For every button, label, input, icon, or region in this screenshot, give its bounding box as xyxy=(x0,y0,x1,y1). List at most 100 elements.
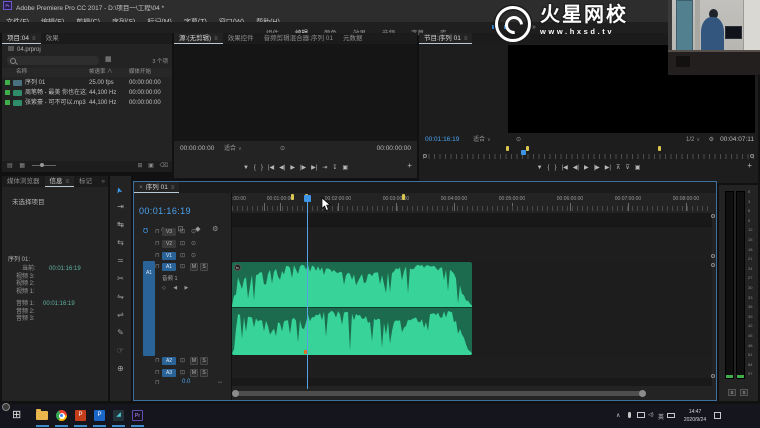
audio-clip[interactable]: fx xyxy=(232,262,472,355)
project-row-1[interactable]: 周笔畅 - 最美 你也在这里 .44,100 Hz00:00:00:00 xyxy=(2,88,172,98)
zoom-tool[interactable]: ⊕ xyxy=(110,361,131,379)
label-color-swatch[interactable] xyxy=(5,80,10,85)
horizontal-scrollbar[interactable] xyxy=(232,389,712,398)
track-output-icon[interactable]: ⊙ xyxy=(191,252,196,259)
mute-button[interactable]: M xyxy=(190,369,198,377)
scroll-zoom-handle-right[interactable] xyxy=(639,390,646,397)
screen-recorder-icon[interactable] xyxy=(2,403,10,411)
prev-keyframe-icon[interactable]: ◀ xyxy=(173,285,177,291)
program-marker-0[interactable] xyxy=(506,146,509,151)
source-mark-out-button[interactable]: } xyxy=(261,161,263,175)
source-patch-a1[interactable]: A1 xyxy=(143,261,155,356)
track-button-V3[interactable]: V3 xyxy=(162,228,176,236)
track-output-icon[interactable]: ⊙ xyxy=(191,240,196,247)
track-lock-icon[interactable]: ⊓ xyxy=(155,357,160,364)
track-button-A1[interactable]: A1 xyxy=(162,263,176,271)
source-play-button[interactable]: ▶ xyxy=(290,161,295,175)
panel-menu-icon[interactable]: ≡ xyxy=(171,185,175,191)
source-fit-dropdown[interactable]: 适合∨ xyxy=(224,143,242,155)
source-tab-2[interactable]: 音频剪辑混合器:序列 01 xyxy=(259,33,338,44)
program-mark-in-button[interactable]: { xyxy=(548,161,550,175)
new-bin-icon[interactable]: ⊞ xyxy=(137,163,142,169)
sync-lock-icon[interactable]: ⊡ xyxy=(180,357,185,364)
tray-chevron-icon[interactable]: ∧ xyxy=(616,412,620,419)
project-row-0[interactable]: 序列 0125.00 fps00:00:00:00 xyxy=(2,78,172,88)
track-height-handle[interactable] xyxy=(711,263,715,267)
speaker-icon[interactable]: ◁) xyxy=(648,412,654,418)
track-lock-icon[interactable]: ⊓ xyxy=(155,369,160,376)
source-settings-icon[interactable]: ⊙ xyxy=(280,143,285,155)
new-item-icon[interactable]: ▣ xyxy=(148,163,154,169)
project-row-2[interactable]: 张紫豪 - 可不可以.mp344,100 Hz00:00:00:00 xyxy=(2,98,172,108)
program-resolution-dropdown[interactable]: 1/2∨ xyxy=(686,134,700,146)
program-step-back-button[interactable]: |◀ xyxy=(562,161,568,175)
track-output-icon[interactable]: ⊙ xyxy=(191,228,196,235)
program-mark-out-button[interactable]: } xyxy=(555,161,557,175)
source-step-back-button[interactable]: |◀ xyxy=(268,161,274,175)
video-track-header-v1[interactable]: ⊓V1⊡⊙ xyxy=(134,251,231,262)
track-button-A2[interactable]: A2 xyxy=(162,357,176,365)
start-button[interactable]: ⊞ xyxy=(12,409,25,422)
microphone-icon[interactable] xyxy=(628,412,631,418)
source-export-frame-button[interactable]: ▣ xyxy=(342,161,348,175)
slide-tool[interactable]: ⇌ xyxy=(110,307,131,325)
track-lock-icon[interactable]: ⊓ xyxy=(155,263,160,270)
program-frame-fwd-button[interactable]: |▶ xyxy=(594,161,600,175)
solo-button[interactable]: S xyxy=(200,357,208,365)
source-tab-1[interactable]: 效果控件 xyxy=(223,33,259,44)
ripple-edit-tool[interactable]: ↹ xyxy=(110,217,131,235)
project-breadcrumb[interactable]: 04.prproj xyxy=(8,46,41,53)
sync-lock-icon[interactable]: ⊡ xyxy=(180,263,185,270)
mute-button[interactable]: M xyxy=(190,357,198,365)
keyframe-icon[interactable]: ◇ xyxy=(162,285,166,291)
program-view-icon[interactable]: ⊙ xyxy=(516,134,521,146)
file-explorer-icon[interactable] xyxy=(36,409,49,422)
close-icon[interactable]: × xyxy=(139,184,143,191)
filter-bin-icon[interactable]: ▦ xyxy=(105,55,112,63)
timeline-right-scroll-column[interactable] xyxy=(711,193,716,400)
tab-project[interactable]: 项目:04≡ xyxy=(2,33,41,44)
track-lock-icon[interactable]: ⊓ xyxy=(155,228,160,235)
master-gain[interactable]: 0.0 xyxy=(182,379,190,385)
track-lock-icon[interactable]: ⊓ xyxy=(155,379,160,386)
tab-sequence[interactable]: ×序列 01≡ xyxy=(134,182,179,193)
app-icon-red-p[interactable]: P xyxy=(74,409,87,422)
razor-tool[interactable]: ✂ xyxy=(110,271,131,289)
fit-icon[interactable]: ↔ xyxy=(217,379,223,385)
sequence-marker-0[interactable] xyxy=(291,194,294,200)
audio-track-header-a2[interactable]: ⊓A2 ⊡ MS xyxy=(134,356,231,367)
program-marker-button[interactable]: ▼ xyxy=(537,161,543,175)
source-step-fwd-button[interactable]: ▶| xyxy=(311,161,317,175)
program-timecode[interactable]: 00:01:16:19 xyxy=(425,134,459,146)
tab-program[interactable]: 节目:序列 01≡ xyxy=(419,33,472,44)
zoom-handle-left[interactable] xyxy=(423,154,427,158)
playhead-line[interactable] xyxy=(307,201,308,389)
solo-button[interactable]: S xyxy=(200,263,208,271)
column-rate[interactable]: 帧速率 ∧ xyxy=(89,68,113,77)
wrench-icon[interactable]: ⚙ xyxy=(709,134,714,146)
list-view-icon[interactable]: ▤ xyxy=(7,163,13,169)
video-track-header-v2[interactable]: ⊓V2⊡⊙ xyxy=(134,239,231,250)
source-tab-3[interactable]: 元数据 xyxy=(338,33,368,44)
zoom-handle-right[interactable] xyxy=(750,154,754,158)
solo-right-button[interactable]: S xyxy=(740,389,748,396)
panel-menu-icon[interactable]: ≡ xyxy=(32,36,36,42)
program-lift-button[interactable]: ⊼ xyxy=(616,161,620,175)
rate-stretch-tool[interactable]: ≍ xyxy=(110,253,131,271)
track-button-A3[interactable]: A3 xyxy=(162,369,176,377)
track-name[interactable]: 音频 1 xyxy=(162,274,178,282)
sequence-marker-2[interactable] xyxy=(402,194,405,200)
panel-menu-icon[interactable]: ≡ xyxy=(464,36,468,42)
selection-tool[interactable]: ➤ xyxy=(110,178,131,203)
program-frame-back-button[interactable]: ◀| xyxy=(573,161,579,175)
action-center-icon[interactable] xyxy=(714,412,721,419)
pen-tool[interactable]: ✎ xyxy=(110,325,131,343)
work-area-bar[interactable] xyxy=(232,213,712,227)
solo-left-button[interactable]: S xyxy=(728,389,736,396)
tab-info[interactable]: 信息≡ xyxy=(45,176,75,187)
source-marker-button[interactable]: ▼ xyxy=(243,161,249,175)
sync-lock-icon[interactable]: ⊡ xyxy=(180,252,185,259)
project-search-input[interactable] xyxy=(7,56,99,65)
track-lock-icon[interactable]: ⊓ xyxy=(155,240,160,247)
track-height-handle[interactable] xyxy=(711,214,715,218)
